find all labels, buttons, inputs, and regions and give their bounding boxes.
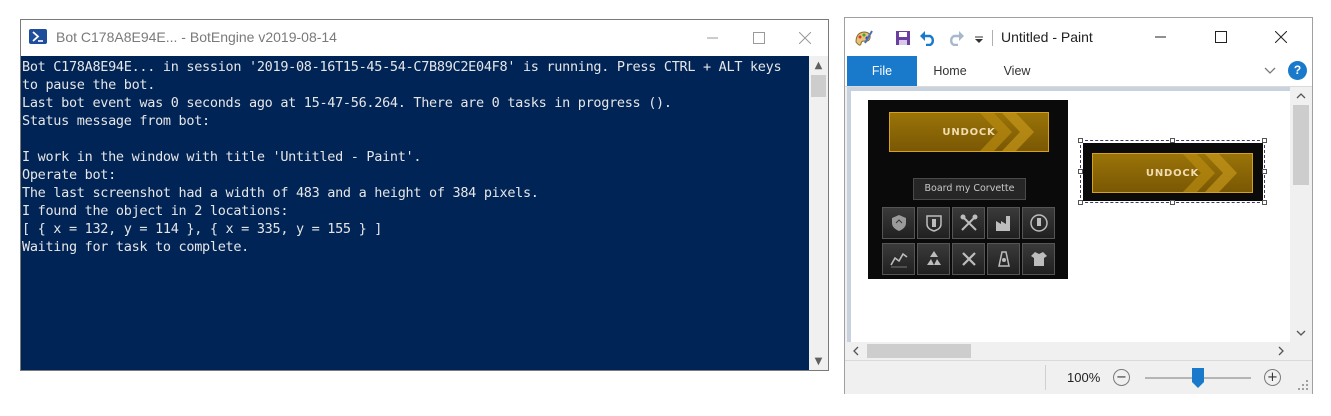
- scroll-up-arrow-icon[interactable]: [1290, 87, 1312, 105]
- console-title-bar[interactable]: Bot C178A8E94E... - BotEngine v2019-08-1…: [21, 20, 828, 56]
- repair-icon[interactable]: [952, 243, 985, 275]
- zoom-out-button[interactable]: −: [1113, 369, 1130, 386]
- fitting-icon[interactable]: [917, 207, 950, 239]
- scroll-right-arrow-icon[interactable]: [1272, 342, 1290, 360]
- scroll-up-arrow-icon[interactable]: ▲: [809, 56, 828, 74]
- console-text: Bot C178A8E94E... in session '2019-08-16…: [22, 58, 782, 256]
- status-bar: 100% − +: [845, 360, 1312, 394]
- console-line: I found the object in 2 locations:: [22, 203, 289, 219]
- factory-icon[interactable]: [987, 207, 1020, 239]
- console-line: Operate bot:: [22, 167, 116, 183]
- scroll-down-arrow-icon[interactable]: [1290, 324, 1312, 342]
- zoom-slider-thumb[interactable]: [1192, 368, 1204, 388]
- selection-handle[interactable]: [1170, 138, 1175, 143]
- agents-icon[interactable]: [1022, 207, 1055, 239]
- close-icon: [1275, 31, 1287, 43]
- wardrobe-icon[interactable]: [1022, 243, 1055, 275]
- paint-minimize-button[interactable]: [1138, 18, 1184, 56]
- customize-toolbar-button[interactable]: [969, 30, 989, 50]
- paint-maximize-button[interactable]: [1198, 18, 1244, 56]
- console-line: Last bot event was 0 seconds ago at 15-4…: [22, 95, 672, 111]
- minimize-icon: [1155, 36, 1166, 38]
- selection-handle[interactable]: [1078, 200, 1083, 205]
- maximize-button[interactable]: [736, 20, 782, 56]
- chevron-down-icon: [1264, 67, 1276, 74]
- console-line: Waiting for task to complete.: [22, 239, 250, 255]
- paint-title-bar[interactable]: Untitled - Paint: [845, 18, 1312, 56]
- undo-icon: [920, 31, 934, 46]
- status-separator: [1045, 365, 1046, 390]
- tab-home[interactable]: Home: [923, 56, 977, 86]
- board-ship-button[interactable]: Board my Corvette: [913, 178, 1026, 200]
- tab-file[interactable]: File: [847, 56, 917, 86]
- console-line: Status message from bot:: [22, 113, 210, 129]
- save-button[interactable]: [893, 28, 913, 48]
- console-line: to pause the bot.: [22, 77, 156, 93]
- insurance-icon[interactable]: [882, 207, 915, 239]
- selection-handle[interactable]: [1078, 169, 1083, 174]
- maximize-icon: [1215, 31, 1227, 43]
- undock-button[interactable]: UNDOCK: [1092, 153, 1253, 193]
- paint-title: Untitled - Paint: [1001, 29, 1093, 45]
- maximize-icon: [753, 32, 765, 44]
- repairshop-icon[interactable]: [952, 207, 985, 239]
- pasted-selection[interactable]: UNDOCK: [1083, 143, 1263, 201]
- undock-label: UNDOCK: [1145, 167, 1200, 179]
- selection-handle[interactable]: [1170, 200, 1175, 205]
- selection-handle[interactable]: [1262, 138, 1267, 143]
- console-title: Bot C178A8E94E... - BotEngine v2019-08-1…: [56, 29, 337, 45]
- paint-app-icon[interactable]: [853, 28, 873, 48]
- selection-handle[interactable]: [1078, 138, 1083, 143]
- close-icon: [799, 32, 811, 44]
- minimize-icon: [707, 37, 718, 39]
- scroll-thumb[interactable]: [811, 75, 826, 97]
- console-line: Bot C178A8E94E... in session '2019-08-16…: [22, 59, 782, 75]
- market-icon[interactable]: [882, 243, 915, 275]
- undo-button[interactable]: [918, 28, 938, 48]
- paint-vertical-scrollbar[interactable]: [1290, 87, 1312, 342]
- plus-icon: +: [1267, 370, 1278, 385]
- minimize-button[interactable]: [690, 20, 736, 56]
- station-panel-image[interactable]: UNDOCK Board my Corvette: [868, 100, 1068, 279]
- paint-close-button[interactable]: [1258, 18, 1304, 56]
- help-button[interactable]: ?: [1288, 61, 1307, 80]
- expand-ribbon-button[interactable]: [1262, 63, 1278, 79]
- undock-label: UNDOCK: [942, 126, 996, 138]
- redo-icon: [950, 31, 964, 46]
- title-separator: [992, 30, 993, 46]
- powershell-icon: [29, 29, 47, 44]
- console-line: I work in the window with title 'Untitle…: [22, 149, 422, 165]
- console-line: [ { x = 132, y = 114 }, { x = 335, y = 1…: [22, 221, 383, 237]
- redo-button[interactable]: [946, 28, 966, 48]
- scroll-down-arrow-icon[interactable]: ▼: [809, 352, 828, 370]
- scroll-thumb[interactable]: [1293, 105, 1309, 185]
- ribbon-tabs: File Home View ?: [845, 56, 1312, 87]
- zoom-in-button[interactable]: +: [1264, 369, 1281, 386]
- save-icon: [896, 31, 910, 45]
- selection-handle[interactable]: [1262, 169, 1267, 174]
- reprocessing-icon[interactable]: [917, 243, 950, 275]
- console-window: Bot C178A8E94E... - BotEngine v2019-08-1…: [20, 19, 829, 371]
- selection-handle[interactable]: [1262, 200, 1267, 205]
- cloning-icon[interactable]: [987, 243, 1020, 275]
- dropdown-arrow-icon: [975, 36, 983, 43]
- zoom-level: 100%: [1067, 370, 1101, 385]
- resize-grip-icon[interactable]: [1297, 379, 1309, 391]
- console-vertical-scrollbar[interactable]: ▲ ▼: [809, 56, 828, 370]
- console-output[interactable]: Bot C178A8E94E... in session '2019-08-16…: [21, 56, 809, 370]
- undock-button[interactable]: UNDOCK: [889, 112, 1049, 152]
- console-line: The last screenshot had a width of 483 a…: [22, 185, 539, 201]
- tab-view[interactable]: View: [989, 56, 1045, 86]
- close-button[interactable]: [782, 20, 828, 56]
- scroll-thumb[interactable]: [867, 344, 971, 358]
- minus-icon: −: [1116, 370, 1127, 385]
- scroll-left-arrow-icon[interactable]: [847, 342, 865, 360]
- paint-horizontal-scrollbar[interactable]: [847, 342, 1290, 360]
